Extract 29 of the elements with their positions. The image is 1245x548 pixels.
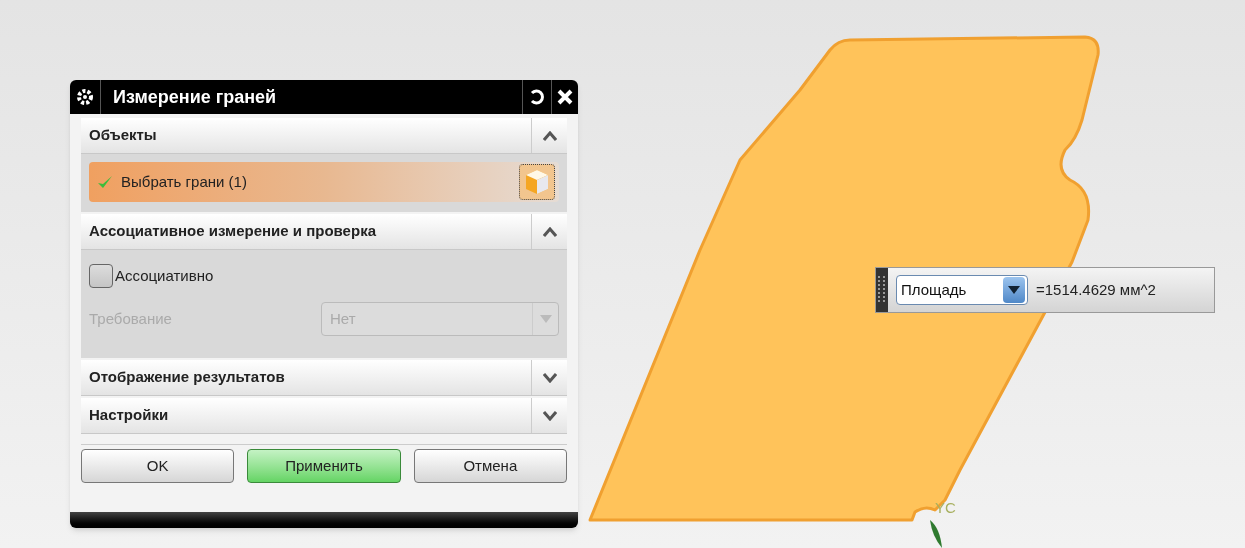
section-header[interactable]: Ассоциативное измерение и проверка [81,214,567,250]
reset-icon[interactable] [529,89,545,105]
dialog-button[interactable]: Применить [247,449,401,483]
dialog-button[interactable]: Отмена [413,449,567,483]
section-header[interactable]: Отображение результатов [81,360,567,396]
grip-icon[interactable] [876,268,888,312]
selection-label: Выбрать грани (1) [121,171,248,192]
collapse-icon[interactable] [542,130,557,141]
section-title: Настройки [88,405,170,426]
dialog-button[interactable]: OK [81,449,235,483]
section-title: Ассоциативное измерение и проверка [88,221,377,242]
axis-label: YC [935,498,956,518]
section-title: Отображение результатов [88,367,286,388]
close-icon[interactable] [557,89,573,105]
collapse-icon[interactable] [542,226,557,237]
face-select-button[interactable] [519,164,555,200]
settings-icon[interactable] [76,88,94,106]
measure-value: =1514.4629 мм^2 [1036,279,1156,300]
section-title: Объекты [88,125,158,146]
selection-row[interactable]: Выбрать грани (1) [89,162,559,202]
expand-icon[interactable] [542,410,557,421]
window-title: Измерение граней [112,85,278,109]
axis-icon [928,520,944,548]
expand-icon[interactable] [542,372,557,383]
associative-checkbox[interactable]: Ассоциативно [89,264,559,288]
dropdown-arrow-icon[interactable] [1008,286,1020,294]
measure-type-dropdown[interactable]: Площадь [896,275,1028,305]
section-header[interactable]: Объекты [81,118,567,154]
section-header[interactable]: Настройки [81,398,567,434]
